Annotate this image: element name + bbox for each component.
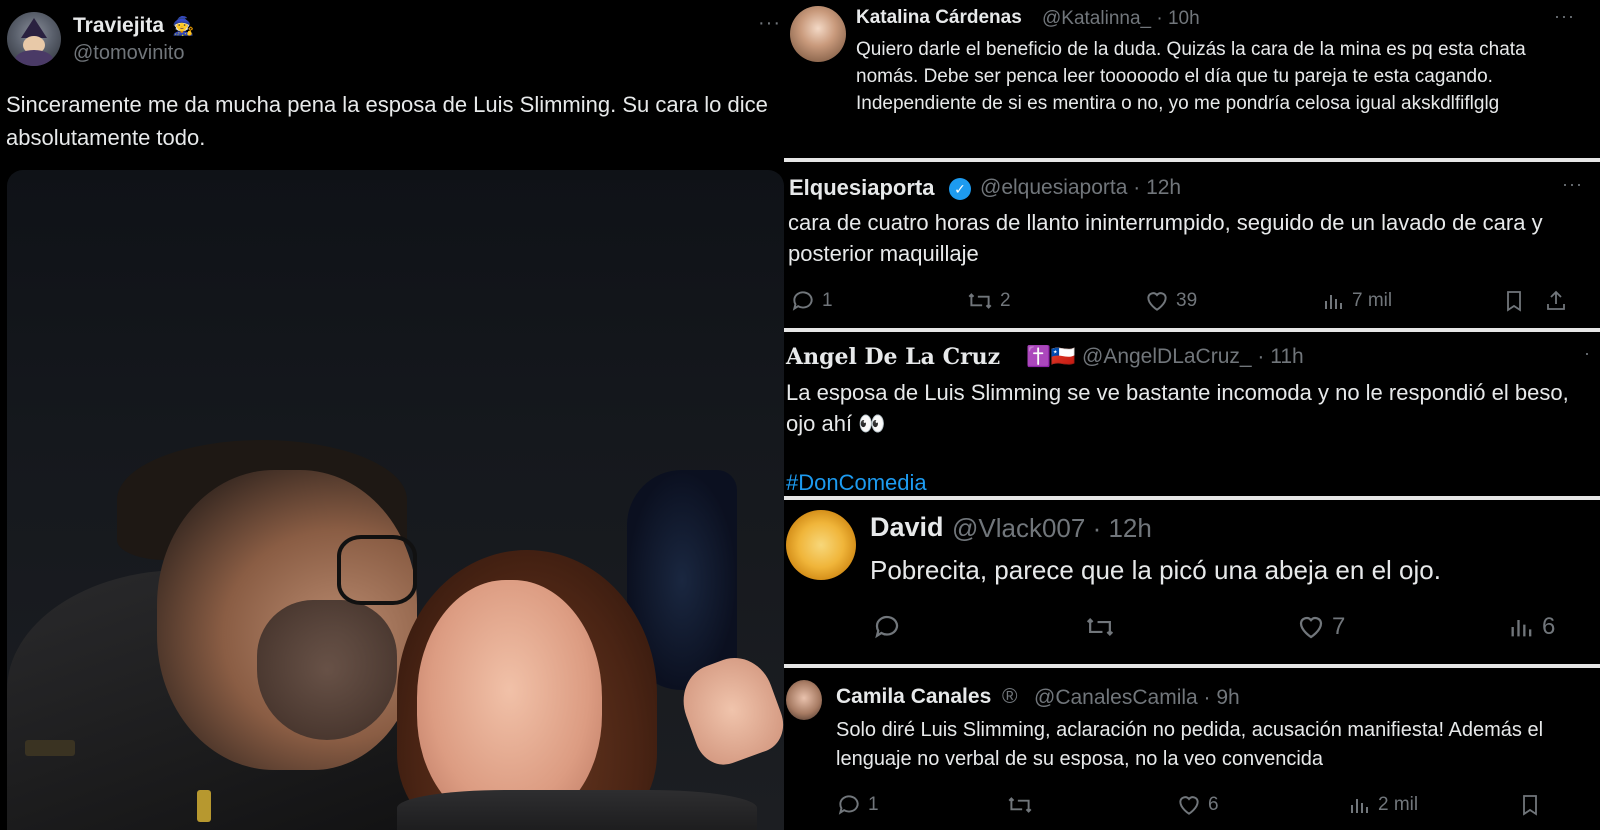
reply-author-name[interactable]: Angel De La Cruz [786,344,1000,370]
bookmark-button[interactable] [1518,792,1542,818]
like-count: 39 [1176,290,1198,311]
like-count: 7 [1332,613,1346,640]
divider [784,664,1600,668]
katalina-avatar[interactable] [790,6,846,62]
tweet-photo[interactable] [7,170,784,830]
reply-author-name[interactable]: Elquesiaporta [789,175,934,201]
heart-icon [1179,796,1199,815]
more-options-button[interactable]: ··· [1554,6,1575,27]
main-avatar[interactable] [7,12,61,66]
views-icon [1325,295,1342,309]
reply-meta: @elquesiaporta · 12h [980,176,1182,199]
main-author-handle[interactable]: @tomovinito [73,42,184,65]
divider [784,158,1600,162]
camila-avatar[interactable] [786,680,822,720]
views-count: 2 mil [1378,794,1419,815]
reply-meta: @CanalesCamila · 9h [1034,686,1240,709]
main-tweet-text: Sinceramente me da mucha pena la esposa … [6,92,768,150]
like-count: 6 [1208,794,1219,815]
bookmark-button[interactable] [1502,288,1526,314]
reply-author-name[interactable]: David [870,512,944,543]
retweet-icon [968,293,992,309]
reply-button[interactable]: 1 [790,288,833,314]
witch-emoji-icon: 🧙 [172,16,195,36]
share-button[interactable] [1544,288,1568,314]
reply-icon [792,291,813,311]
retweet-icon [1008,797,1032,813]
views-button[interactable]: 7 mil [1322,288,1392,314]
reply-icon [875,615,899,639]
views-count: 7 mil [1352,290,1393,311]
reply-text: Pobrecita, parece que la picó una abeja … [870,555,1441,585]
retweet-count: 2 [1000,290,1011,311]
main-tweet: Traviejita 🧙 @tomovinito ··· Sincerament… [0,0,800,830]
reply-text: Quiero darle el beneficio de la duda. Qu… [856,39,1526,114]
reply-text: La esposa de Luis Slimming se ve bastant… [786,380,1569,436]
divider [784,328,1600,332]
bookmark-icon [1523,795,1537,816]
reply-count: 1 [868,794,879,815]
reply-author-name[interactable]: Katalina Cárdenas [856,7,1022,29]
reply-meta: @Katalinna_ · 10h [1042,8,1200,29]
views-icon [1351,799,1368,813]
share-icon [1547,290,1565,310]
reply-text: cara de cuatro horas de llanto ininterru… [788,210,1543,266]
retweet-button[interactable]: 2 [966,288,1011,314]
like-button[interactable]: 7 [1296,612,1345,642]
reply-meta: @AngelDLaCruz_ · 11h [1082,345,1304,368]
cross-flag-emoji-icon: ✝️🇨🇱 [1026,346,1076,368]
verified-badge-icon: ✓ [949,178,971,200]
like-button[interactable]: 6 [1176,792,1219,818]
heart-icon [1299,616,1323,639]
retweet-button[interactable] [1084,612,1116,642]
divider [784,496,1600,500]
views-button[interactable]: 2 mil [1348,792,1418,818]
replies-collage: Katalina Cárdenas @Katalinna_ · 10h ··· … [784,0,1600,830]
hashtag-link[interactable]: #DonComedia [786,470,927,496]
reply-count: 1 [822,290,833,311]
reply-meta: @Vlack007 · 12h [952,513,1152,543]
main-author-name[interactable]: Traviejita [73,14,164,38]
like-button[interactable]: 39 [1144,288,1197,314]
views-icon [1511,620,1532,637]
heart-icon [1147,292,1167,311]
reply-button[interactable]: 1 [836,792,879,818]
retweet-button[interactable] [1006,792,1034,818]
david-avatar[interactable] [786,510,856,580]
retweet-icon [1086,618,1114,636]
reply-author-name[interactable]: Camila Canales [836,685,991,709]
more-options-button[interactable]: ··· [1562,174,1583,195]
more-options-button[interactable]: · [1584,343,1591,364]
reply-button[interactable] [872,612,902,642]
bookmark-icon [1507,291,1521,312]
more-options-button[interactable]: ··· [758,12,781,35]
views-button[interactable]: 6 [1508,612,1555,642]
registered-badge-icon: ® [1002,685,1018,708]
reply-text: Solo diré Luis Slimming, aclaración no p… [836,719,1544,770]
reply-icon [838,795,859,815]
views-count: 6 [1542,613,1556,640]
